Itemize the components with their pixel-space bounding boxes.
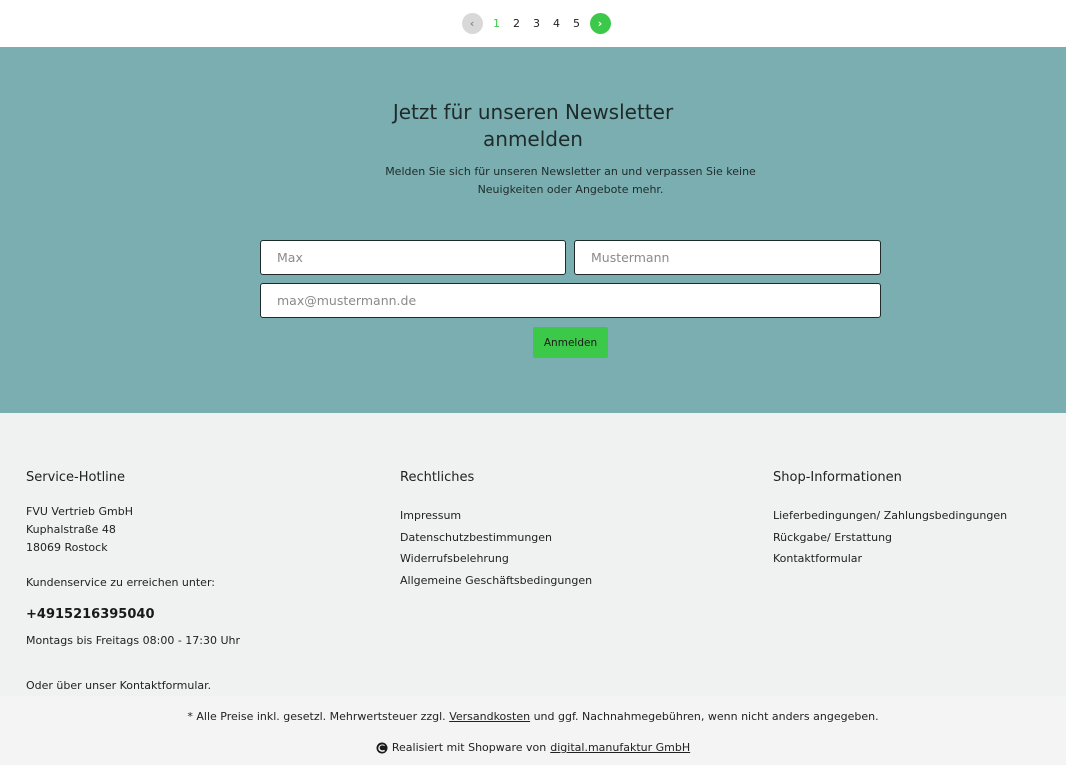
powered-by-prefix: Realisiert mit Shopware von (391, 741, 547, 754)
company-address: FVU Vertrieb GmbH Kuphalstraße 48 18069 … (26, 503, 240, 557)
last-name-input[interactable] (574, 240, 881, 275)
legal-heading: Rechtliches (400, 470, 475, 485)
shop-info-column: Shop-Informationen Lieferbedingungen/ Za… (773, 469, 1007, 570)
legal-column: Rechtliches Impressum Datenschutzbestimm… (400, 469, 592, 591)
newsletter-description: Melden Sie sich für unseren Newsletter a… (385, 165, 756, 196)
contact-form-text[interactable]: Oder über unser Kontaktformular. (26, 677, 240, 695)
newsletter-title: Jetzt für unseren Newsletter anmelden (0, 99, 1066, 153)
support-text: Kundenservice zu erreichen unter: (26, 576, 215, 589)
footer-link-rueckgabe[interactable]: Rückgabe/ Erstattung (773, 527, 1007, 549)
company-name: FVU Vertrieb GmbH (26, 505, 133, 518)
footer-link-kontaktformular[interactable]: Kontaktformular (773, 548, 1007, 570)
pagination: ‹ 1 2 3 4 5 › (0, 0, 1066, 47)
newsletter-title-line-1: Jetzt für unseren Newsletter (392, 100, 674, 124)
shopware-logo-icon (376, 742, 388, 753)
pager: ‹ 1 2 3 4 5 › (461, 13, 611, 34)
company-city: 18069 Rostock (26, 541, 108, 554)
shipping-costs-link[interactable]: Versandkosten (449, 710, 530, 723)
page-2-link[interactable]: 2 (507, 17, 527, 30)
footer-link-lieferbedingungen[interactable]: Lieferbedingungen/ Zahlungsbedingungen (773, 505, 1007, 527)
vat-notice: * Alle Preise inkl. gesetzl. Mehrwertste… (0, 710, 1066, 723)
service-hotline-column: Service-Hotline FVU Vertrieb GmbH Kuphal… (26, 469, 240, 695)
chevron-left-icon[interactable]: ‹ (461, 13, 483, 34)
email-input[interactable] (260, 283, 881, 318)
service-hotline-heading: Service-Hotline (26, 470, 126, 485)
vat-notice-prefix: * Alle Preise inkl. gesetzl. Mehrwertste… (187, 710, 446, 723)
page-4-link[interactable]: 4 (547, 17, 567, 30)
hotline-phone-link[interactable]: +4915216395040 (26, 606, 240, 624)
footer-bottom-bar: * Alle Preise inkl. gesetzl. Mehrwertste… (0, 696, 1066, 765)
chevron-right-icon[interactable]: › (589, 13, 611, 34)
footer-link-widerruf[interactable]: Widerrufsbelehrung (400, 548, 592, 570)
agency-link[interactable]: digital.manufaktur GmbH (550, 741, 690, 754)
shop-info-heading: Shop-Informationen (773, 470, 902, 485)
newsletter-section: Jetzt für unseren Newsletter anmelden Me… (0, 47, 1066, 413)
page-numbers: 1 2 3 4 5 (487, 17, 587, 30)
page-1-link[interactable]: 1 (487, 17, 507, 30)
footer-link-datenschutz[interactable]: Datenschutzbestimmungen (400, 527, 592, 549)
first-name-input[interactable] (260, 240, 566, 275)
newsletter-title-line-2: anmelden (483, 127, 583, 151)
footer-link-impressum[interactable]: Impressum (400, 505, 592, 527)
company-street: Kuphalstraße 48 (26, 523, 116, 536)
footer-link-agb[interactable]: Allgemeine Geschäftsbedingungen (400, 570, 592, 592)
page-5-link[interactable]: 5 (567, 17, 587, 30)
service-hours: Montags bis Freitags 08:00 - 17:30 Uhr (26, 634, 241, 647)
powered-by: Realisiert mit Shopware von digital.manu… (0, 741, 1066, 754)
newsletter-submit-button[interactable]: Anmelden (533, 327, 608, 358)
page-3-link[interactable]: 3 (527, 17, 547, 30)
vat-notice-suffix: und ggf. Nachnahmegebühren, wenn nicht a… (533, 710, 879, 723)
shop-info-links: Lieferbedingungen/ Zahlungsbedingungen R… (773, 505, 1007, 570)
footer: Service-Hotline FVU Vertrieb GmbH Kuphal… (0, 413, 1066, 696)
legal-links: Impressum Datenschutzbestimmungen Widerr… (400, 505, 592, 591)
